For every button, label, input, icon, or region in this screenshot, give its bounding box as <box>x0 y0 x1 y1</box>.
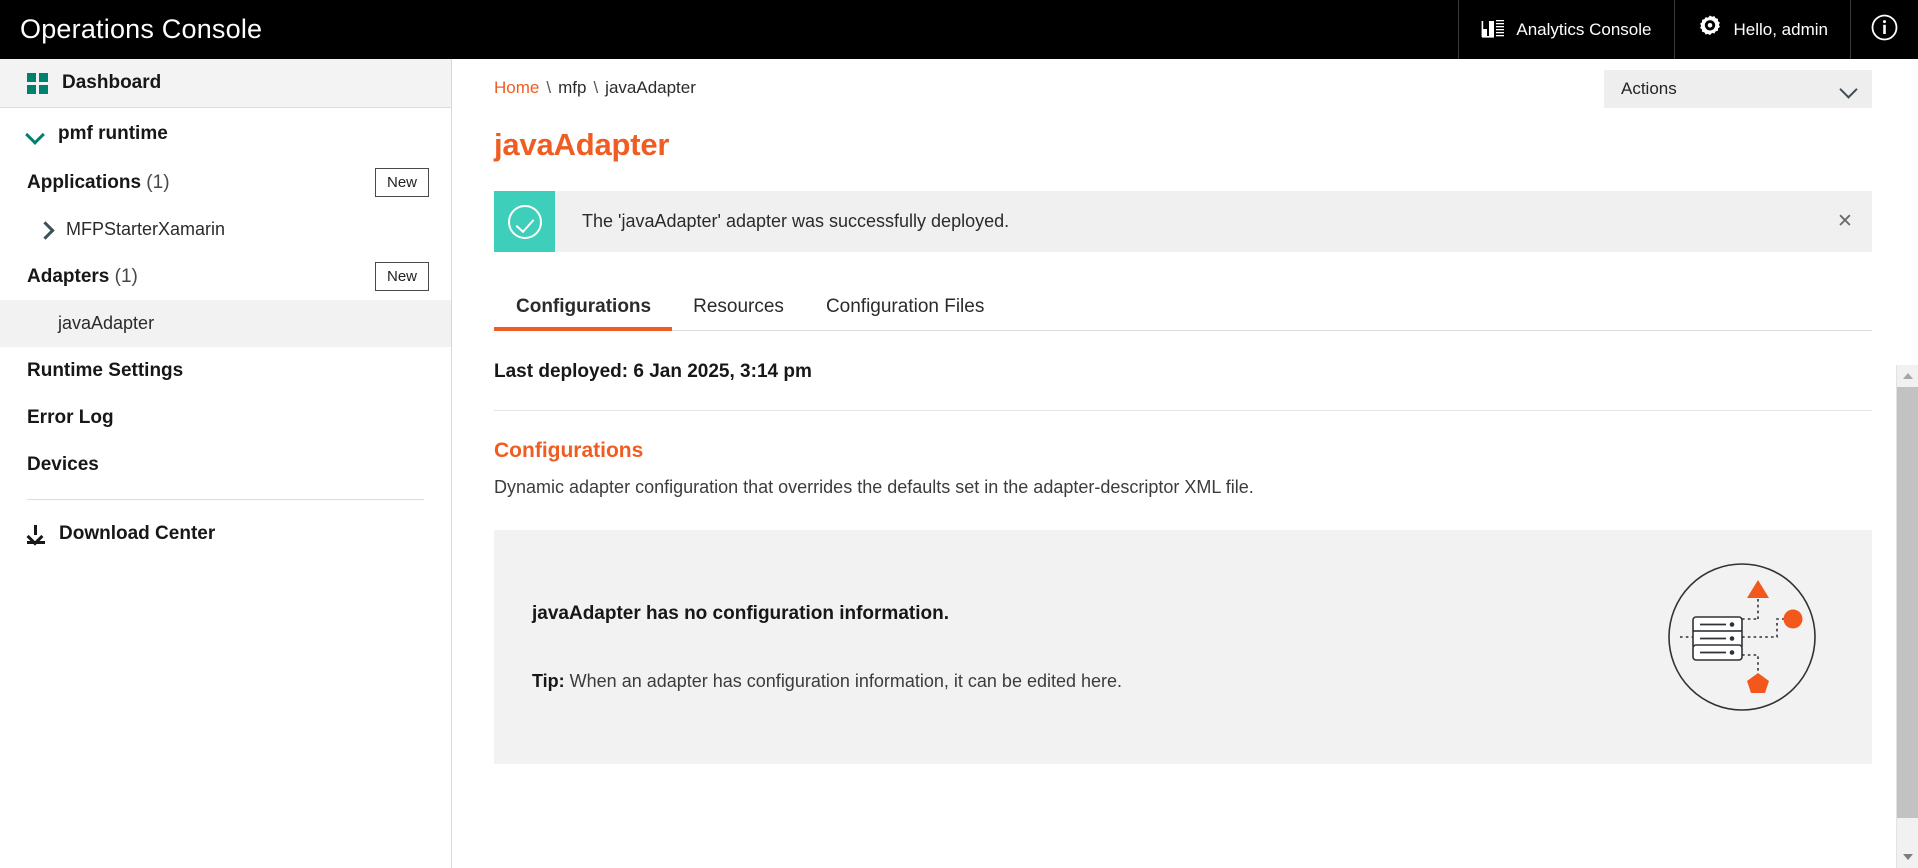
breadcrumb-bar: Home \ mfp \ javaAdapter Actions <box>453 59 1918 117</box>
content-divider <box>494 410 1872 411</box>
empty-state-tip-text: When an adapter has configuration inform… <box>564 670 1123 691</box>
scroll-down-arrow[interactable] <box>1897 846 1918 868</box>
sidebar-item-download-center[interactable]: Download Center <box>0 511 451 557</box>
vertical-scrollbar[interactable] <box>1896 365 1918 868</box>
section-description: Dynamic adapter configuration that overr… <box>494 477 1254 497</box>
sidebar-item-dashboard[interactable]: Dashboard <box>0 59 451 108</box>
close-icon[interactable]: ✕ <box>1818 191 1872 252</box>
tab-resources[interactable]: Resources <box>672 296 805 330</box>
adapters-title: Adapters (1) <box>27 266 138 288</box>
scrollbar-thumb[interactable] <box>1897 387 1918 818</box>
chevron-down-icon <box>1840 81 1857 98</box>
breadcrumb-current: javaAdapter <box>605 78 696 97</box>
devices-label: Devices <box>27 453 99 475</box>
analytics-console-label: Analytics Console <box>1516 19 1652 39</box>
sidebar-item-error-log[interactable]: Error Log <box>0 394 451 441</box>
app-title: Operations Console <box>20 14 263 44</box>
analytics-console-link[interactable]: Analytics Console <box>1458 0 1673 59</box>
user-greeting-label: Hello, admin <box>1733 19 1829 39</box>
user-menu[interactable]: Hello, admin <box>1673 0 1851 59</box>
sidebar: Dashboard pmf runtime Applications (1) N… <box>0 59 452 868</box>
adapters-count: (1) <box>114 265 138 287</box>
tab-bar: Configurations Resources Configuration F… <box>494 284 1872 331</box>
page-title: javaAdapter <box>494 127 670 162</box>
grid-icon <box>27 72 48 94</box>
chevron-down-icon <box>26 125 44 143</box>
actions-label: Actions <box>1621 79 1677 98</box>
applications-label: Applications <box>27 171 142 193</box>
sidebar-group-applications: Applications (1) New <box>0 159 451 206</box>
breadcrumb-separator: \ <box>593 78 599 97</box>
new-application-button[interactable]: New <box>374 167 429 198</box>
sidebar-item-devices[interactable]: Devices <box>0 441 451 488</box>
runtime-label: pmf runtime <box>58 122 168 144</box>
dashboard-label: Dashboard <box>62 72 162 93</box>
new-adapter-button[interactable]: New <box>374 261 429 292</box>
download-center-label: Download Center <box>59 523 216 544</box>
application-name-label: MFPStarterXamarin <box>66 219 226 239</box>
applications-title: Applications (1) <box>27 172 170 194</box>
empty-state-tip-label: Tip: <box>532 670 565 691</box>
banner-message: The 'javaAdapter' adapter was successful… <box>582 211 1010 231</box>
info-button[interactable] <box>1850 0 1918 59</box>
sidebar-item-pmf-runtime[interactable]: pmf runtime <box>0 108 451 159</box>
applications-count: (1) <box>146 171 170 193</box>
sidebar-group-adapters: Adapters (1) New <box>0 253 451 300</box>
top-header-bar: Operations Console Analytics Console Hel… <box>0 0 1918 59</box>
empty-state-heading: javaAdapter has no configuration informa… <box>532 602 949 624</box>
breadcrumb-separator: \ <box>546 78 552 97</box>
download-icon <box>27 524 45 544</box>
empty-state-text: javaAdapter has no configuration informa… <box>494 603 1122 692</box>
runtime-settings-label: Runtime Settings <box>27 359 184 381</box>
main-content: Home \ mfp \ javaAdapter Actions javaAda… <box>453 59 1918 868</box>
adapter-name-label: javaAdapter <box>58 313 155 333</box>
error-log-label: Error Log <box>27 406 114 428</box>
section-title: Configurations <box>494 439 644 462</box>
bar-chart-icon <box>1481 17 1505 43</box>
actions-dropdown[interactable]: Actions <box>1604 70 1872 108</box>
sidebar-item-runtime-settings[interactable]: Runtime Settings <box>0 347 451 394</box>
chevron-right-icon <box>36 221 54 239</box>
empty-state-tip: Tip: When an adapter has configuration i… <box>532 671 1122 692</box>
sidebar-item-mfpstarterxamarin[interactable]: MFPStarterXamarin <box>0 206 451 253</box>
check-circle-icon <box>494 191 555 252</box>
success-banner: The 'javaAdapter' adapter was successful… <box>494 191 1872 252</box>
adapters-label: Adapters <box>27 265 110 287</box>
breadcrumb-home[interactable]: Home <box>494 78 539 98</box>
sidebar-item-javaadapter[interactable]: javaAdapter <box>0 300 451 347</box>
sidebar-divider <box>27 499 424 500</box>
tab-configuration-files[interactable]: Configuration Files <box>805 296 1005 330</box>
breadcrumb-mfp[interactable]: mfp <box>558 78 586 98</box>
adapter-network-illustration <box>1666 561 1818 713</box>
tab-configurations[interactable]: Configurations <box>494 296 673 331</box>
gear-icon <box>1697 14 1723 45</box>
empty-state-panel: javaAdapter has no configuration informa… <box>494 530 1872 764</box>
info-circle-icon <box>1871 14 1898 46</box>
scroll-up-arrow[interactable] <box>1897 365 1918 387</box>
last-deployed-text: Last deployed: 6 Jan 2025, 3:14 pm <box>494 361 812 382</box>
